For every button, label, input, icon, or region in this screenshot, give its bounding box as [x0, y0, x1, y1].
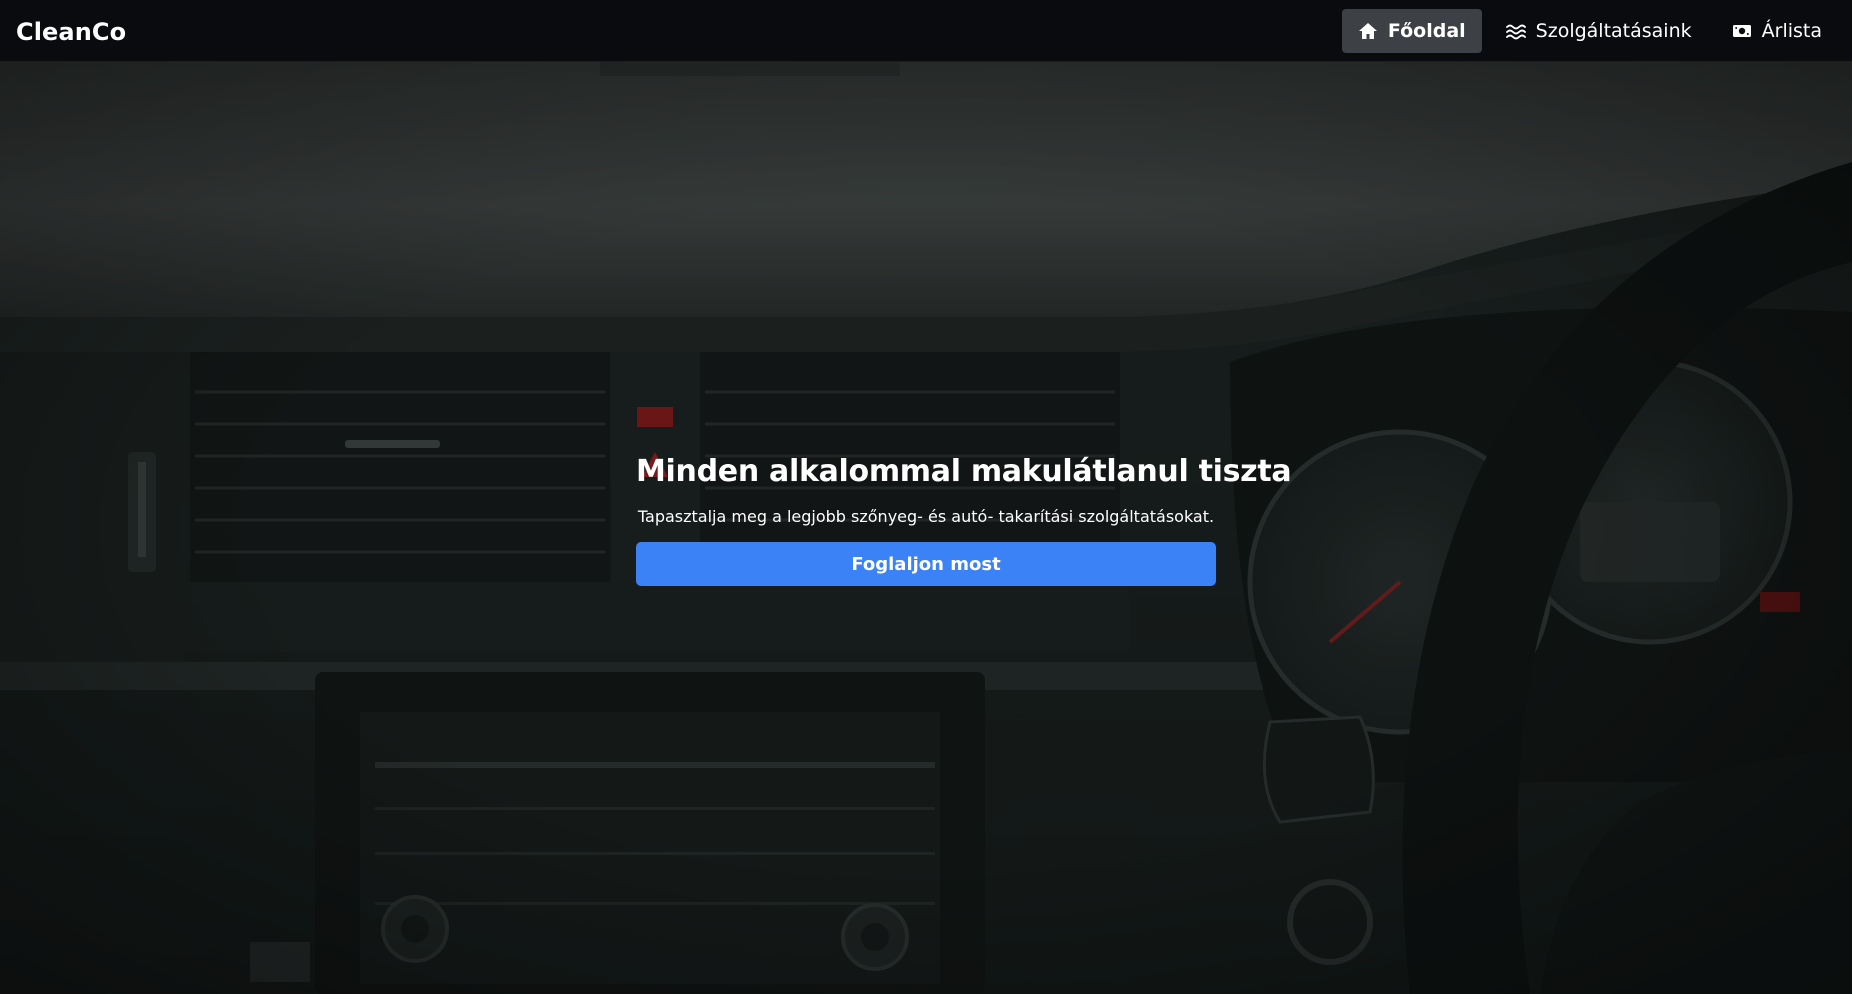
brand-logo[interactable]: CleanCo [16, 17, 126, 47]
nav-item-home[interactable]: Főoldal [1341, 9, 1482, 53]
home-icon [1358, 21, 1378, 41]
nav-item-pricing-label: Árlista [1761, 20, 1822, 42]
waves-icon [1505, 21, 1526, 41]
main-navigation: Főoldal Szolgáltatásaink Árlista [1341, 9, 1838, 53]
hero-content: Minden alkalommal makulátlanul tiszta Ta… [636, 452, 1292, 586]
hero-section: Minden alkalommal makulátlanul tiszta Ta… [0, 62, 1852, 994]
nav-item-services-label: Szolgáltatásaink [1535, 20, 1692, 42]
nav-item-home-label: Főoldal [1387, 20, 1466, 42]
nav-item-services[interactable]: Szolgáltatásaink [1490, 9, 1708, 53]
money-icon [1732, 21, 1752, 41]
hero-title: Minden alkalommal makulátlanul tiszta [636, 454, 1292, 489]
book-now-button[interactable]: Foglaljon most [636, 542, 1216, 586]
top-navbar: CleanCo Főoldal Szolgáltatásaink Árlista [0, 0, 1852, 62]
nav-item-pricing[interactable]: Árlista [1716, 9, 1838, 53]
hero-subtitle: Tapasztalja meg a legjobb szőnyeg- és au… [637, 507, 1215, 526]
